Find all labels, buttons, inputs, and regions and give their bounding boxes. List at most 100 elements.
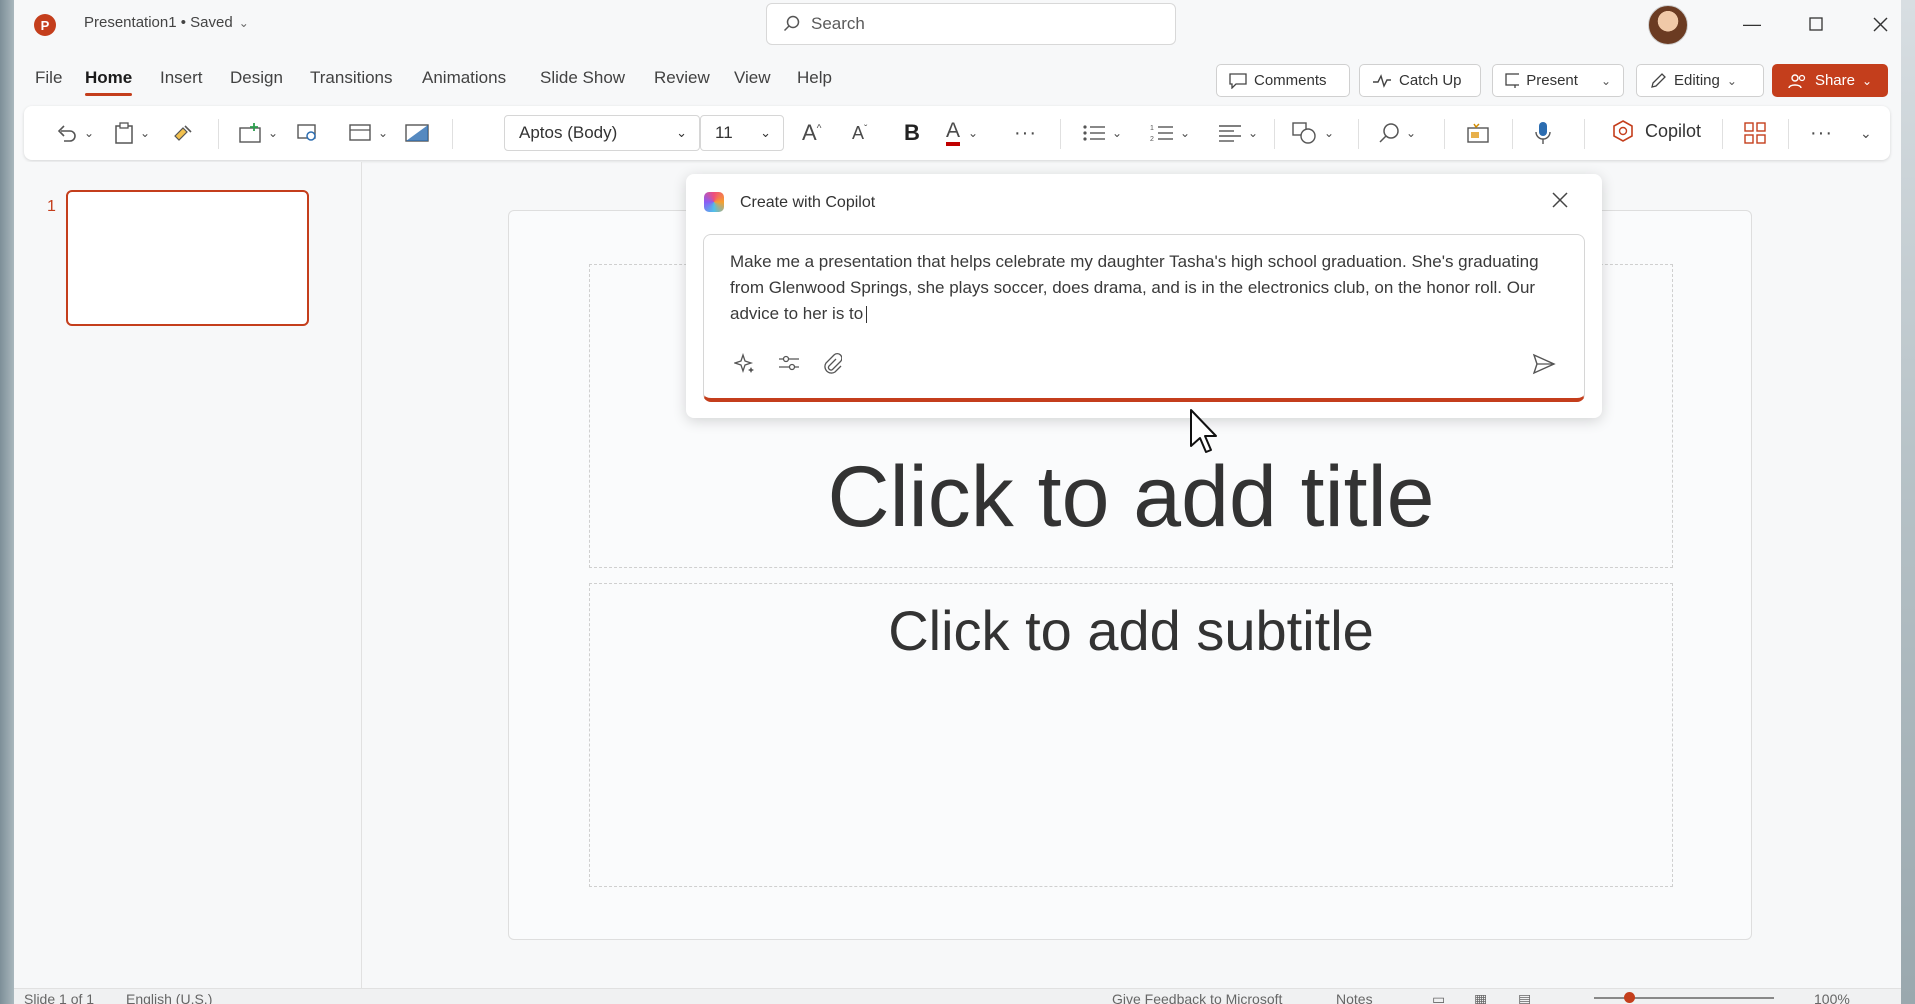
more-options-button[interactable]: ··· [1810,119,1833,147]
comments-button[interactable]: Comments [1216,64,1350,97]
close-window-button[interactable] [1862,10,1898,38]
prompt-settings-button[interactable] [778,353,800,378]
designer-button[interactable] [1466,119,1490,147]
tab-design[interactable]: Design [230,68,283,88]
align-button[interactable]: ⌄ [1218,119,1258,147]
reuse-slides-icon [297,124,316,141]
zoom-slider-handle[interactable] [1624,992,1635,1003]
paste-button[interactable]: ⌄ [114,119,150,147]
editing-mode-button[interactable]: Editing ⌄ [1636,64,1764,97]
shrink-font-button[interactable]: Aˇ [852,119,867,147]
tab-file[interactable]: File [35,68,62,88]
present-button[interactable]: Present ⌄ [1492,64,1624,97]
copilot-close-button[interactable] [1552,188,1568,214]
chevron-down-icon: ⌄ [1180,126,1191,140]
font-name-dropdown[interactable]: Aptos (Body) ⌄ [504,115,700,151]
shapes-button[interactable]: ⌄ [1292,119,1334,147]
share-label: Share [1814,72,1855,89]
expand-ribbon-chevron-icon[interactable]: ⌄ [1860,119,1872,147]
layout-button[interactable]: ⌄ [348,119,388,147]
chevron-down-icon: ⌄ [268,126,279,140]
copilot-prompt-input[interactable]: Make me a presentation that helps celebr… [703,234,1585,402]
background-button[interactable] [404,119,430,147]
zoom-slider[interactable] [1594,997,1774,999]
bold-button[interactable]: B [904,119,920,147]
powerpoint-window: P Presentation1 • Saved ⌄ Search — File H… [14,0,1901,1004]
slide-count-status: Slide 1 of 1 [24,991,95,1004]
ribbon-divider [1512,119,1513,149]
pencil-icon [1651,72,1666,88]
people-icon [1788,73,1806,88]
tab-animations[interactable]: Animations [422,68,506,88]
tab-home[interactable]: Home [85,68,133,96]
copilot-button[interactable]: Copilot [1611,119,1701,143]
format-painter-icon [174,125,192,141]
new-slide-button[interactable]: ⌄ [238,119,278,147]
dictate-button[interactable] [1534,119,1552,147]
send-icon [1532,353,1556,375]
undo-button[interactable]: ⌄ [56,119,94,147]
send-prompt-button[interactable] [1532,353,1556,380]
chevron-down-icon: ⌄ [1248,126,1259,140]
chevron-down-icon: ⌄ [968,126,979,140]
reading-view-icon[interactable]: ▤ [1518,991,1531,1004]
present-dropdown-chevron-icon[interactable]: ⌄ [1601,74,1611,88]
layout-icon [349,124,371,141]
ribbon-divider [1060,119,1061,149]
document-title[interactable]: Presentation1 • Saved ⌄ [84,14,249,31]
maximize-button[interactable] [1798,10,1834,38]
font-color-button[interactable]: A ⌄ [946,119,978,147]
tab-view[interactable]: View [734,68,771,88]
close-icon [1552,192,1568,208]
zoom-level[interactable]: 100% [1814,991,1850,1004]
find-button[interactable]: ⌄ [1378,119,1416,147]
maximize-icon [1809,17,1823,31]
bullets-button[interactable]: ⌄ [1082,119,1122,147]
normal-view-icon[interactable]: ▭ [1432,991,1445,1004]
subtitle-placeholder-text: Click to add subtitle [888,599,1374,662]
more-font-options-button[interactable]: ··· [1014,119,1037,147]
menu-bar: File Home Insert Design Transitions Anim… [14,56,1901,97]
attach-file-button[interactable] [822,353,843,380]
copilot-prompt-value: Make me a presentation that helps celebr… [730,252,1539,323]
subtitle-placeholder[interactable]: Click to add subtitle [589,583,1673,887]
numbered-list-icon: 12 [1150,125,1173,143]
notes-button[interactable]: Notes [1336,991,1373,1004]
user-avatar[interactable] [1648,5,1688,45]
chevron-down-icon: ⌄ [84,126,95,140]
microphone-icon [1535,122,1551,144]
undo-icon [57,125,76,142]
format-painter-button[interactable] [172,119,194,147]
share-button[interactable]: Share ⌄ [1772,64,1888,97]
add-ins-button[interactable] [1744,119,1766,147]
ribbon-divider [1274,119,1275,149]
present-label: Present [1526,72,1578,89]
language-status[interactable]: English (U.S.) [126,991,212,1004]
slide-thumbnail[interactable] [66,190,309,326]
search-placeholder: Search [811,14,865,33]
tab-transitions[interactable]: Transitions [310,68,393,88]
sliders-icon [779,355,799,371]
reuse-slides-button[interactable] [296,119,320,147]
powerpoint-logo-icon: P [34,14,56,36]
search-box[interactable]: Search [766,3,1176,45]
numbering-button[interactable]: 12 ⌄ [1150,119,1190,147]
tab-review[interactable]: Review [654,68,710,88]
tab-slide-show[interactable]: Slide Show [540,68,625,88]
copilot-prompt-text[interactable]: Make me a presentation that helps celebr… [730,249,1550,327]
copilot-icon [1613,120,1633,142]
tab-insert[interactable]: Insert [160,68,203,88]
font-size-dropdown[interactable]: 11 ⌄ [700,115,784,151]
grow-font-button[interactable]: A^ [802,119,821,147]
desktop-background-edge [1901,0,1915,1004]
catch-up-button[interactable]: Catch Up [1359,64,1481,97]
bullets-icon [1083,125,1105,141]
ribbon-divider [1358,119,1359,149]
slide-sorter-icon[interactable]: ▦ [1474,991,1487,1004]
give-feedback-link[interactable]: Give Feedback to Microsoft [1112,991,1282,1004]
prompt-suggestions-button[interactable] [732,352,756,380]
slide-thumbnails-pane: 1 [14,162,362,988]
minimize-button[interactable]: — [1734,10,1770,38]
tab-help[interactable]: Help [797,68,832,88]
chevron-down-icon: ⌄ [760,125,771,140]
